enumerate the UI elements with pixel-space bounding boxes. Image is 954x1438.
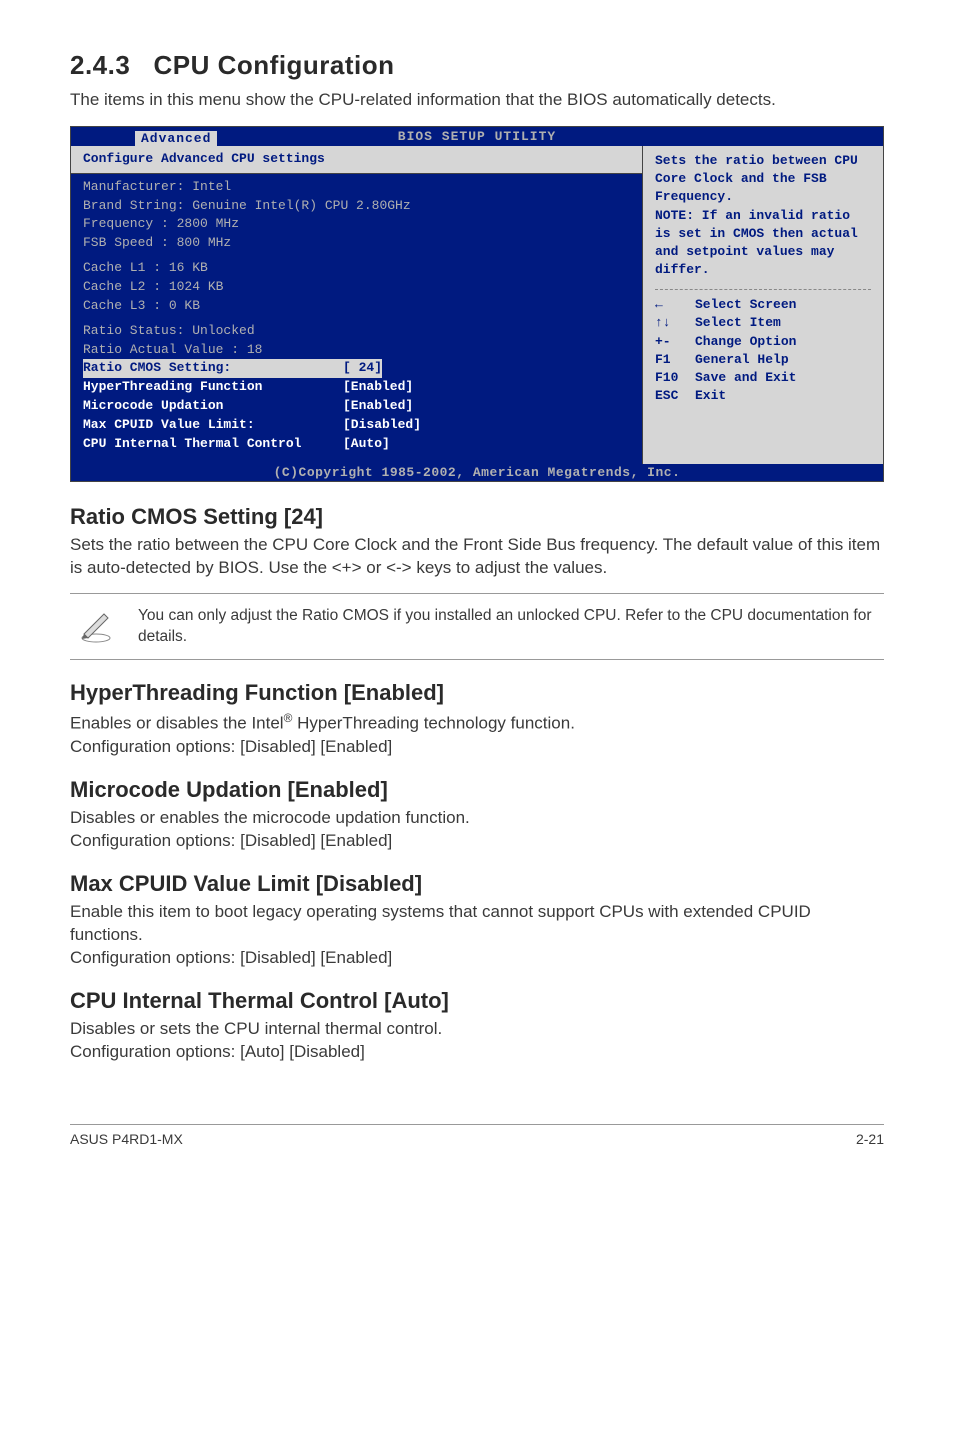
bios-nav-label: General Help <box>695 351 789 369</box>
footer-left: ASUS P4RD1-MX <box>70 1131 183 1147</box>
thermal-heading: CPU Internal Thermal Control [Auto] <box>70 988 884 1014</box>
bios-setting-row: HyperThreading Function [Enabled] <box>83 378 630 397</box>
mc-body-text: Disables or enables the microcode updati… <box>70 808 470 827</box>
bios-right-panel: Sets the ratio between CPU Core Clock an… <box>643 146 883 464</box>
section-intro: The items in this menu show the CPU-rela… <box>70 89 884 112</box>
cpuid-heading: Max CPUID Value Limit [Disabled] <box>70 871 884 897</box>
bios-setting-value: [Enabled] <box>343 378 413 397</box>
bios-info-frequency: Frequency : 2800 MHz <box>83 215 630 234</box>
note-text: You can only adjust the Ratio CMOS if yo… <box>138 606 880 648</box>
bios-screenshot: BIOS SETUP UTILITY Advanced Configure Ad… <box>70 126 884 482</box>
bios-title-bar: BIOS SETUP UTILITY Advanced <box>71 127 883 146</box>
bios-setting-row: CPU Internal Thermal Control [Auto] <box>83 435 630 454</box>
bios-info-l3: Cache L3 : 0 KB <box>83 297 630 316</box>
bios-setting-label: CPU Internal Thermal Control <box>83 435 343 454</box>
bios-info-manufacturer: Manufacturer: Intel <box>83 178 630 197</box>
bios-ratio-actual: Ratio Actual Value : 18 <box>83 341 630 360</box>
mc-heading: Microcode Updation [Enabled] <box>70 777 884 803</box>
page-footer: ASUS P4RD1-MX 2-21 <box>70 1124 884 1147</box>
bios-info-l1: Cache L1 : 16 KB <box>83 259 630 278</box>
mc-body: Disables or enables the microcode updati… <box>70 807 884 853</box>
section-heading: 2.4.3 CPU Configuration <box>70 50 884 81</box>
bios-setting-label: Ratio CMOS Setting: <box>83 359 343 378</box>
bios-setting-label: Max CPUID Value Limit: <box>83 416 343 435</box>
key-f1: F1 <box>655 351 695 369</box>
bios-left-panel: Configure Advanced CPU settings Manufact… <box>71 146 643 464</box>
bios-nav-row: F1General Help <box>655 351 871 369</box>
bios-setting-label: Microcode Updation <box>83 397 343 416</box>
cpuid-body-text: Enable this item to boot legacy operatin… <box>70 902 811 944</box>
bios-body: Configure Advanced CPU settings Manufact… <box>71 146 883 464</box>
thermal-body: Disables or sets the CPU internal therma… <box>70 1018 884 1064</box>
bios-ratio-status: Ratio Status: Unlocked <box>83 322 630 341</box>
ht-opts: Configuration options: [Disabled] [Enabl… <box>70 737 392 756</box>
plus-minus-icon: +- <box>655 333 695 351</box>
section-title: CPU Configuration <box>154 50 395 80</box>
ht-body: Enables or disables the Intel® HyperThre… <box>70 710 884 759</box>
bios-info-fsb: FSB Speed : 800 MHz <box>83 234 630 253</box>
cpuid-opts: Configuration options: [Disabled] [Enabl… <box>70 948 392 967</box>
mc-opts: Configuration options: [Disabled] [Enabl… <box>70 831 392 850</box>
ht-body-2: HyperThreading technology function. <box>292 714 575 733</box>
arrow-left-icon: ← <box>655 296 695 314</box>
pencil-icon <box>74 604 118 649</box>
bios-nav-label: Save and Exit <box>695 369 796 387</box>
footer-right: 2-21 <box>856 1131 884 1147</box>
bios-nav-row: ESCExit <box>655 387 871 405</box>
cpuid-body: Enable this item to boot legacy operatin… <box>70 901 884 970</box>
key-esc: ESC <box>655 387 695 405</box>
ht-body-1: Enables or disables the Intel <box>70 714 284 733</box>
thermal-opts: Configuration options: [Auto] [Disabled] <box>70 1042 365 1061</box>
note-block: You can only adjust the Ratio CMOS if yo… <box>70 593 884 660</box>
bios-nav-row: ↑↓Select Item <box>655 314 871 332</box>
bios-setting-value: [Auto] <box>343 435 390 454</box>
bios-tab-advanced: Advanced <box>135 131 217 146</box>
bios-setting-row: Microcode Updation [Enabled] <box>83 397 630 416</box>
bios-setting-row: Ratio CMOS Setting: [ 24] <box>83 359 630 378</box>
bios-setting-value: [Enabled] <box>343 397 413 416</box>
bios-footer: (C)Copyright 1985-2002, American Megatre… <box>71 464 883 481</box>
bios-separator <box>655 289 871 290</box>
bios-info-brand: Brand String: Genuine Intel(R) CPU 2.80G… <box>83 197 630 216</box>
ratio-heading: Ratio CMOS Setting [24] <box>70 504 884 530</box>
arrow-updown-icon: ↑↓ <box>655 314 695 332</box>
thermal-body-text: Disables or sets the CPU internal therma… <box>70 1019 442 1038</box>
bios-nav-label: Exit <box>695 387 726 405</box>
bios-nav-label: Select Screen <box>695 296 796 314</box>
section-number: 2.4.3 <box>70 50 130 80</box>
ratio-body: Sets the ratio between the CPU Core Cloc… <box>70 534 884 580</box>
bios-help-text: Sets the ratio between CPU Core Clock an… <box>655 152 871 279</box>
bios-setting-value: [ 24] <box>343 359 382 378</box>
bios-nav-label: Select Item <box>695 314 781 332</box>
bios-setting-value: [Disabled] <box>343 416 421 435</box>
bios-setting-label: HyperThreading Function <box>83 378 343 397</box>
bios-setting-row: Max CPUID Value Limit: [Disabled] <box>83 416 630 435</box>
bios-nav-row: +-Change Option <box>655 333 871 351</box>
bios-left-header: Configure Advanced CPU settings <box>71 146 642 174</box>
bios-info-l2: Cache L2 : 1024 KB <box>83 278 630 297</box>
ht-heading: HyperThreading Function [Enabled] <box>70 680 884 706</box>
bios-nav-row: F10Save and Exit <box>655 369 871 387</box>
bios-nav-label: Change Option <box>695 333 796 351</box>
key-f10: F10 <box>655 369 695 387</box>
bios-nav-row: ←Select Screen <box>655 296 871 314</box>
